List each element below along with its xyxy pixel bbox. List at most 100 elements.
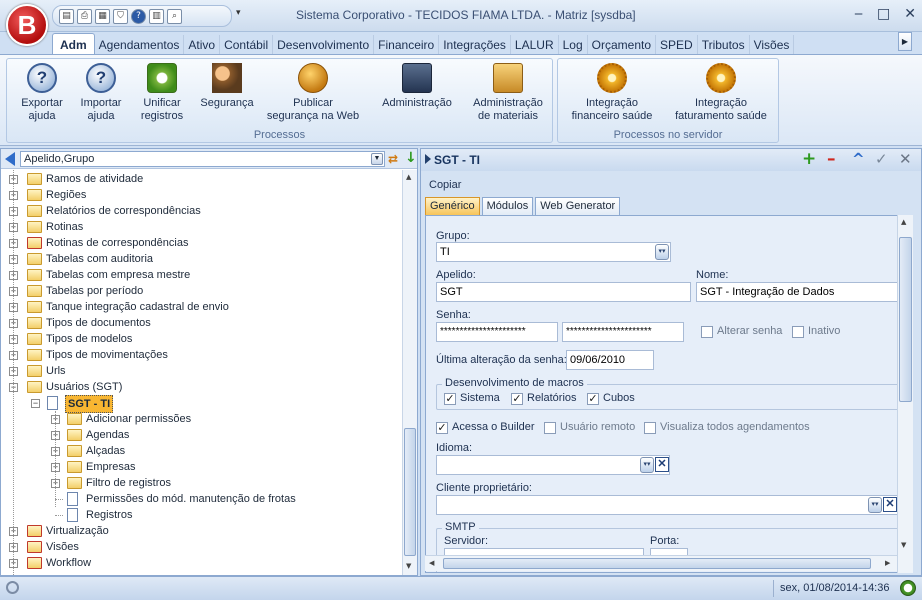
macro-relatorios-checkbox[interactable]: ✓ — [511, 393, 523, 405]
integracao-financeiro-saude-button[interactable]: Integração financeiro saúde — [564, 63, 660, 123]
tree-node[interactable]: Registros — [1, 507, 401, 523]
cliente-picker-icon[interactable]: ▾▾ — [868, 497, 882, 513]
tree-node[interactable]: + Workflow — [1, 555, 401, 571]
scroll-thumb[interactable] — [899, 237, 912, 402]
tab-orcamento[interactable]: Orçamento — [588, 35, 656, 55]
copiar-link[interactable]: Copiar — [429, 179, 461, 191]
nome-field[interactable]: SGT - Integração de Dados — [696, 282, 898, 302]
scroll-right-icon[interactable]: ▶ — [885, 559, 890, 567]
grupo-picker-icon[interactable]: ▾▾ — [655, 244, 669, 260]
apelido-field[interactable]: SGT — [436, 282, 691, 302]
swap-order-icon[interactable]: ⇄ — [388, 152, 398, 166]
sort-combo[interactable]: Apelido,Grupo ▼ — [20, 151, 385, 167]
integracao-faturamento-saude-button[interactable]: Integração faturamento saúde — [666, 63, 776, 123]
tab-tributos[interactable]: Tributos — [698, 35, 750, 55]
tab-generico[interactable]: Genérico — [425, 197, 480, 215]
scroll-up-icon[interactable]: ▲ — [406, 173, 411, 181]
tab-contabil[interactable]: Contábil — [220, 35, 274, 55]
tree-node[interactable]: + Tipos de documentos — [1, 315, 401, 331]
app-logo[interactable]: B — [6, 4, 48, 46]
importar-ajuda-button[interactable]: ? Importar ajuda — [71, 63, 131, 123]
tree-node[interactable]: + Tipos de movimentações — [1, 347, 401, 363]
tree-node[interactable]: + Adicionar permissões — [1, 411, 401, 427]
administracao-button[interactable]: Administração — [377, 63, 457, 110]
tab-agendamentos[interactable]: Agendamentos — [95, 35, 185, 55]
tab-adm[interactable]: Adm — [52, 33, 95, 55]
ultima-alteracao-field[interactable]: 09/06/2010 — [566, 350, 654, 370]
tree-node[interactable]: + Tanque integração cadastral de envio — [1, 299, 401, 315]
tree-node[interactable]: − Usuários (SGT) — [1, 379, 401, 395]
grid-icon[interactable]: ▦ — [95, 8, 110, 24]
unificar-registros-button[interactable]: Unificar registros — [133, 63, 191, 123]
back-arrow-icon[interactable] — [5, 152, 15, 166]
grupo-field[interactable]: TI — [436, 242, 671, 262]
tab-visoes[interactable]: Visões — [750, 35, 795, 55]
tree-node[interactable]: + Filtro de registros — [1, 475, 401, 491]
scroll-up-icon[interactable]: ▲ — [901, 218, 906, 226]
cancel-icon[interactable]: ✕ — [899, 151, 912, 167]
tree-node[interactable]: + Tabelas com auditoria — [1, 251, 401, 267]
confirm-icon[interactable]: ✓ — [875, 151, 888, 167]
macro-cubos-checkbox[interactable]: ✓ — [587, 393, 599, 405]
tab-ativo[interactable]: Ativo — [184, 35, 221, 55]
tree-node[interactable]: + Relatórios de correspondências — [1, 203, 401, 219]
calculator-icon[interactable]: ▥ — [149, 8, 164, 24]
senha-field[interactable]: ********************** — [436, 322, 558, 342]
idioma-field[interactable] — [436, 455, 670, 475]
tab-sped[interactable]: SPED — [656, 35, 698, 55]
tree-node[interactable]: + Regiões — [1, 187, 401, 203]
visualiza-agendamentos-checkbox[interactable] — [644, 422, 656, 434]
idioma-picker-icon[interactable]: ▾▾ — [640, 457, 654, 473]
idioma-clear-icon[interactable]: ✕ — [655, 457, 669, 472]
usuario-remoto-checkbox[interactable] — [544, 422, 556, 434]
tab-scroll-right-icon[interactable]: ▶ — [898, 32, 912, 51]
tree-node[interactable]: + Agendas — [1, 427, 401, 443]
acessa-builder-checkbox[interactable]: ✓ — [436, 422, 448, 434]
tab-desenvolvimento[interactable]: Desenvolvimento — [273, 35, 375, 55]
new-document-icon[interactable]: ▤ — [59, 8, 74, 24]
tree-node[interactable]: + Tabelas por período — [1, 283, 401, 299]
inativo-checkbox[interactable] — [792, 326, 804, 338]
tree-node[interactable]: + Urls — [1, 363, 401, 379]
macro-sistema-checkbox[interactable]: ✓ — [444, 393, 456, 405]
scroll-left-icon[interactable]: ◀ — [429, 559, 434, 567]
help-icon[interactable]: ? — [131, 8, 146, 24]
chevron-down-icon[interactable]: ▼ — [371, 153, 383, 165]
scroll-thumb[interactable] — [404, 428, 416, 556]
search-icon[interactable] — [6, 581, 19, 594]
tab-web-generator[interactable]: Web Generator — [535, 197, 621, 215]
scroll-down-icon[interactable]: ▼ — [901, 541, 906, 549]
tree-node[interactable]: + Alçadas — [1, 443, 401, 459]
cliente-field[interactable] — [436, 495, 900, 515]
tree-node[interactable]: + Empresas — [1, 459, 401, 475]
print-icon[interactable]: ⎙ — [77, 8, 92, 24]
tree-node[interactable]: + Rotinas de correspondências — [1, 235, 401, 251]
tab-lalur[interactable]: LALUR — [511, 35, 559, 55]
alterar-senha-checkbox[interactable] — [701, 326, 713, 338]
tab-financeiro[interactable]: Financeiro — [374, 35, 440, 55]
magnifier-icon[interactable]: ⌕ — [167, 8, 182, 24]
customize-toolbar-icon[interactable]: ▾ — [236, 8, 241, 18]
senha-confirm-field[interactable]: ********************** — [562, 322, 684, 342]
tree-node[interactable]: + Tabelas com empresa mestre — [1, 267, 401, 283]
filter-icon[interactable]: ⛉ — [113, 8, 128, 24]
tree-node[interactable]: − SGT - TI — [1, 395, 401, 413]
add-icon[interactable]: + — [802, 151, 816, 168]
tab-modulos[interactable]: Módulos — [481, 197, 534, 215]
exportar-ajuda-button[interactable]: ? Exportar ajuda — [11, 63, 73, 123]
arrow-down-icon[interactable]: ↓ — [405, 150, 417, 166]
scroll-thumb[interactable] — [443, 558, 871, 569]
administracao-materiais-button[interactable]: Administração de materiais — [465, 63, 551, 123]
scroll-down-icon[interactable]: ▼ — [406, 562, 411, 570]
cliente-clear-icon[interactable]: ✕ — [883, 497, 897, 512]
minimize-button[interactable]: ‒ — [854, 6, 863, 22]
tree-scrollbar[interactable]: ▲ ▼ — [402, 170, 417, 575]
publicar-seguranca-web-button[interactable]: Publicar segurança na Web — [257, 63, 369, 123]
move-up-icon[interactable]: ^ — [852, 151, 865, 167]
form-horizontal-scrollbar[interactable]: ◀ ▶ — [425, 555, 897, 571]
form-vertical-scrollbar[interactable]: ▲ ▼ — [897, 215, 913, 573]
tree-node[interactable]: Permissões do mód. manutenção de frotas — [1, 491, 401, 507]
tree-node[interactable]: + Rotinas — [1, 219, 401, 235]
seguranca-button[interactable]: Segurança — [195, 63, 259, 110]
tab-integracoes[interactable]: Integrações — [439, 35, 511, 55]
